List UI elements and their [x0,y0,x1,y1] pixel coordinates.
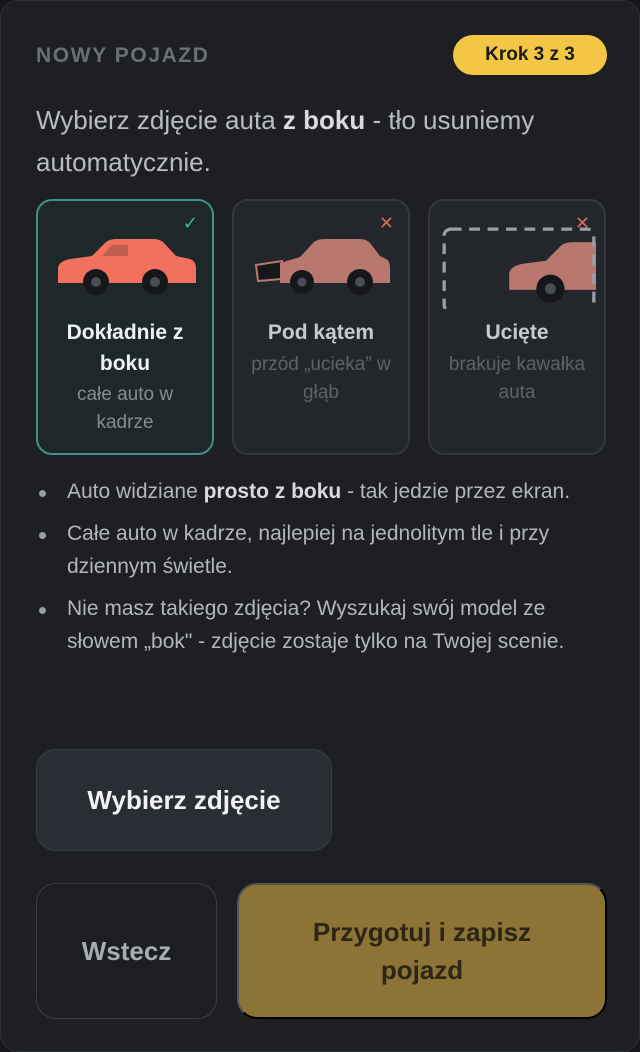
bullet-icon [39,607,46,614]
list-item: Nie masz takiego zdjęcia? Wyszukaj swój … [36,592,608,658]
card-title: Dokładnie z boku [66,321,184,375]
back-button[interactable]: Wstecz [36,883,217,1019]
bullet-icon [39,532,46,539]
car-cropped-icon [442,227,596,309]
bullet-icon [39,490,46,497]
save-vehicle-button[interactable]: Przygotuj i zapisz pojazd [237,883,607,1019]
example-card-angled: ✕ Pod kątem przód „ucieka” w głąb [232,199,410,455]
card-description: brakuje kawałka auta [448,354,586,403]
intro-text: Wybierz zdjęcie auta z boku - tło usunie… [36,105,535,177]
car-side-icon [58,239,196,295]
card-description: przód „ucieka” w głąb [251,354,391,403]
car-angled-icon [254,239,390,295]
new-vehicle-panel: NOWY POJAZD Krok 3 z 3 Wybierz zdjęcie a… [0,0,640,1052]
card-title: Ucięte [485,321,549,344]
example-card-side: ✓ Dokładnie z boku całe auto w kadrze [36,199,214,455]
photo-examples: ✓ Dokładnie z boku całe auto w kadrze ✕ [36,199,608,455]
step-badge: Krok 3 z 3 [453,35,607,75]
list-item: Całe auto w kadrze, najlepiej na jednoli… [36,517,608,583]
card-title: Pod kątem [267,321,375,344]
panel-header-label: NOWY POJAZD [36,44,210,67]
pick-photo-button[interactable]: Wybierz zdjęcie [36,749,332,851]
tips-list: Auto widziane prosto z boku - tak jedzie… [36,475,608,667]
example-card-cropped: ✕ Ucięte brakuje kawałka auta [428,199,606,455]
card-description: całe auto w kadrze [76,384,174,433]
list-item: Auto widziane prosto z boku - tak jedzie… [36,475,608,508]
intro-emphasis: z boku [282,105,366,135]
